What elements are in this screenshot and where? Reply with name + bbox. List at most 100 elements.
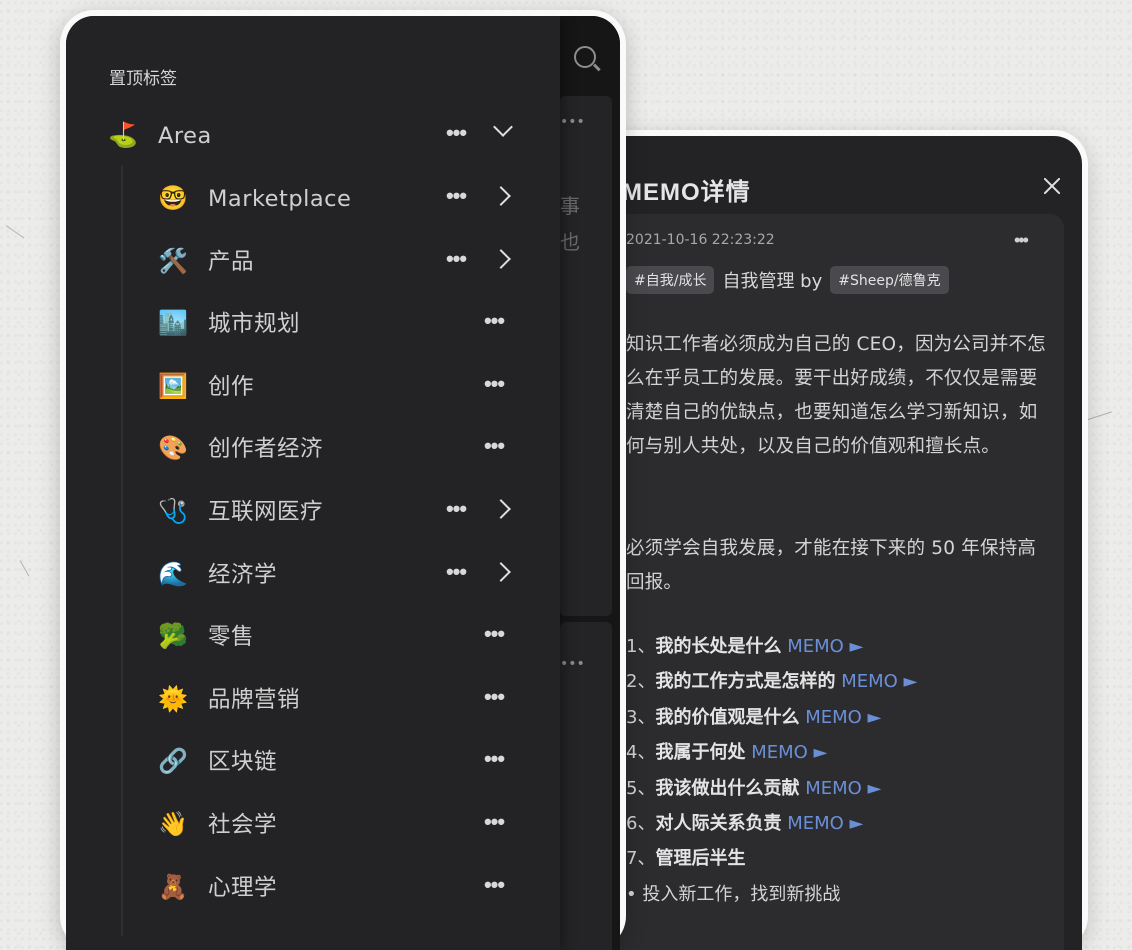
memo-link[interactable]: MEMO ►	[805, 707, 881, 728]
more-icon[interactable]: •••	[480, 748, 508, 776]
sidebar-phone: ••• 事 也 ••• 置顶标签 ⛳ Area ••• 🤓 Marketplace…	[60, 10, 626, 950]
list-item-text: 我的工作方式是怎样的	[655, 671, 836, 693]
memo-link[interactable]: MEMO ►	[787, 813, 863, 834]
sidebar-item-area[interactable]: ⛳ Area •••	[66, 110, 560, 162]
memo-timestamp: 2021-10-16 22:23:22	[626, 232, 775, 248]
memo-heading-text: 自我管理 by	[722, 271, 823, 292]
list-item-number: 3、	[626, 706, 656, 728]
search-icon[interactable]	[574, 46, 596, 68]
list-item-text: 管理后半生	[655, 848, 746, 870]
more-icon[interactable]: •••	[480, 435, 508, 463]
sidebar-item-4[interactable]: 🖼️ 创作 •••	[66, 361, 560, 413]
list-item: 3、我的价值观是什么 MEMO ►	[626, 700, 1056, 735]
sidebar-item-7[interactable]: 🌊 经济学 •••	[66, 549, 560, 601]
list-item-text: 我的长处是什么	[655, 636, 782, 657]
more-icon[interactable]: •••	[480, 372, 508, 401]
more-icon[interactable]: •••	[480, 873, 508, 902]
sidebar-item-label: Marketplace	[208, 186, 352, 212]
list-item-number: 7、	[626, 848, 656, 870]
sidebar-item-label: 零售	[208, 624, 255, 651]
sidebar-item-5[interactable]: 🎨 创作者经济 •••	[66, 423, 560, 475]
sidebar-item-6[interactable]: 🩺 互联网医疗 •••	[66, 486, 560, 538]
stethoscope-icon: 🩺	[158, 498, 188, 525]
pinned-tags-header: 置顶标签	[109, 69, 177, 89]
more-icon[interactable]: •••	[480, 310, 508, 338]
background-dots: •••	[560, 656, 585, 672]
memo-paragraph-1: 知识工作者必须成为自己的 CEO，因为公司并不怎么在乎员工的发展。要干出好成绩，…	[626, 334, 1046, 457]
memo-detail-phone: MEMO详情 2021-10-16 22:23:22 ••• #自我/成长 自我…	[572, 130, 1088, 950]
sidebar-item-10[interactable]: 🔗 区块链 •••	[66, 736, 560, 788]
memo-heading-line: #自我/成长 自我管理 by #Sheep/德鲁克	[626, 266, 949, 294]
sidebar-item-label: 产品	[208, 248, 255, 275]
more-icon[interactable]: •••	[442, 185, 470, 213]
sidebar-item-9[interactable]: 🌞 品牌营销 •••	[66, 674, 560, 726]
list-item: 5、我该做出什么贡献 MEMO ►	[626, 771, 1056, 806]
memo-detail-screen: MEMO详情 2021-10-16 22:23:22 ••• #自我/成长 自我…	[578, 136, 1082, 950]
sidebar-item-11[interactable]: 👋 社会学 •••	[66, 799, 560, 851]
chevron-down-icon[interactable]	[493, 117, 513, 137]
list-item-text: 我属于何处	[655, 742, 746, 764]
more-icon[interactable]: •••	[480, 811, 508, 839]
palette-icon: 🎨	[158, 435, 188, 463]
chevron-right-icon[interactable]	[491, 248, 511, 269]
bullet-item: • 投入新工作，找到新挑战	[626, 883, 841, 905]
list-item-number: 4、	[626, 742, 656, 764]
sidebar-item-2[interactable]: 🛠️ 产品 •••	[66, 236, 560, 288]
background-dots: •••	[560, 114, 585, 130]
more-icon[interactable]: •••	[442, 247, 470, 276]
sidebar-screen: ••• 事 也 ••• 置顶标签 ⛳ Area ••• 🤓 Marketplace…	[66, 16, 620, 950]
more-icon[interactable]: •••	[480, 623, 508, 651]
tag-sheep-drucker[interactable]: #Sheep/德鲁克	[830, 266, 949, 294]
list-item-text: 我的价值观是什么	[655, 706, 800, 728]
sun-icon: 🌞	[158, 685, 188, 713]
sidebar-item-label: 区块链	[208, 749, 278, 776]
framed-picture-icon: 🖼️	[158, 372, 188, 400]
broccoli-icon: 🥦	[158, 623, 188, 651]
more-icon[interactable]: •••	[442, 122, 470, 150]
sidebar-item-label: 创作者经济	[208, 436, 324, 463]
sidebar-item-label: 经济学	[208, 561, 278, 588]
tag-self-growth[interactable]: #自我/成长	[626, 266, 715, 294]
sidebar-item-12[interactable]: 🧸 心理学 •••	[66, 862, 560, 914]
list-item: 1、我的长处是什么 MEMO ►	[626, 629, 1056, 664]
chevron-right-icon[interactable]	[491, 561, 511, 582]
list-item-number: 6、	[626, 812, 656, 834]
chevron-right-icon[interactable]	[491, 499, 511, 519]
more-icon[interactable]: •••	[442, 498, 470, 526]
link-icon: 🔗	[158, 748, 188, 776]
list-item: 6、对人际关系负责 MEMO ►	[626, 806, 1056, 841]
sidebar-item-label: 品牌营销	[208, 686, 301, 713]
sidebar-item-label: Area	[158, 123, 212, 149]
sidebar-item-label: 创作	[208, 373, 255, 400]
background-card	[560, 96, 612, 616]
memo-link[interactable]: MEMO ►	[751, 742, 827, 763]
flag-in-hole-icon: ⛳	[108, 122, 138, 149]
sidebar-item-label: 社会学	[208, 812, 278, 838]
list-item-number: 2、	[626, 671, 656, 693]
sidebar-item-label: 心理学	[208, 874, 278, 901]
sidebar-item-label: 互联网医疗	[208, 499, 324, 525]
more-icon[interactable]: •••	[480, 685, 508, 714]
list-item: 2、我的工作方式是怎样的 MEMO ►	[626, 664, 1056, 699]
sidebar-item-1[interactable]: 🤓 Marketplace •••	[66, 173, 560, 225]
more-icon[interactable]: •••	[442, 560, 470, 589]
waving-hand-icon: 👋	[158, 811, 188, 838]
memo-link[interactable]: MEMO ►	[841, 671, 917, 692]
list-item: 4、我属于何处 MEMO ►	[626, 735, 1056, 770]
memo-more-icon[interactable]: •••	[1014, 231, 1029, 249]
tools-icon: 🛠️	[158, 247, 188, 275]
memo-card: 2021-10-16 22:23:22 ••• #自我/成长 自我管理 by #…	[606, 214, 1064, 950]
wave-icon: 🌊	[158, 560, 188, 588]
memo-question-list: 1、我的长处是什么 MEMO ► 2、我的工作方式是怎样的 MEMO ► 3、我…	[626, 629, 1056, 912]
sidebar-item-label: 城市规划	[208, 311, 301, 338]
cityscape-icon: 🏙️	[158, 310, 188, 338]
memo-link[interactable]: MEMO ►	[787, 636, 863, 657]
memo-link[interactable]: MEMO ►	[805, 778, 881, 799]
sidebar-item-3[interactable]: 🏙️ 城市规划 •••	[66, 298, 560, 350]
list-item: 7、管理后半生	[626, 841, 1056, 876]
background-text: 也	[560, 230, 580, 254]
chevron-right-icon[interactable]	[491, 186, 511, 206]
sidebar-item-8[interactable]: 🥦 零售 •••	[66, 611, 560, 663]
teddy-bear-icon: 🧸	[158, 873, 188, 901]
close-icon[interactable]	[1038, 172, 1066, 200]
